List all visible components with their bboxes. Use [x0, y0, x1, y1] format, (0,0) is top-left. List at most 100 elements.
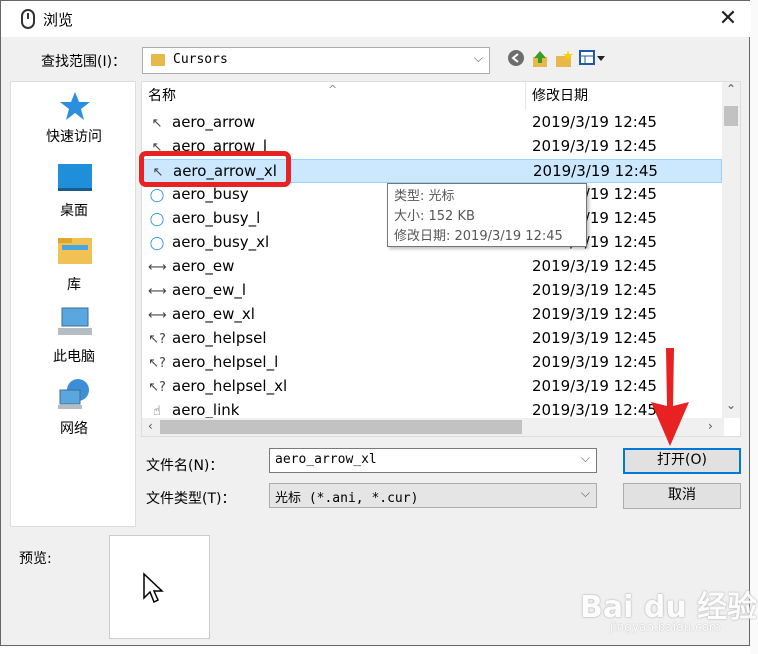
- filetype-value: 光标 (*.ani, *.cur): [275, 491, 419, 506]
- browse-dialog: 浏览 ✕ 查找范围(I)： Cursors ⌵ 快速访问 桌面 库 此电脑 网络…: [0, 0, 751, 646]
- file-date: 2019/3/19 12:45: [532, 113, 657, 131]
- file-date: 2019/3/19 12:45: [532, 305, 657, 323]
- arrow-cursor-icon: ↖: [151, 116, 163, 131]
- place-this-pc[interactable]: 此电脑: [11, 306, 137, 368]
- library-icon: [58, 238, 92, 264]
- file-name: aero_arrow: [172, 113, 256, 131]
- help-cursor-icon: ↖?: [148, 332, 166, 347]
- open-button[interactable]: 打开(O): [623, 448, 741, 474]
- desktop-icon: [58, 164, 92, 191]
- file-row[interactable]: ↖? aero_helpsel 2019/3/19 12:45: [142, 327, 722, 351]
- scroll-right-icon[interactable]: ›: [708, 419, 713, 433]
- file-row[interactable]: ↖ aero_arrow 2019/3/19 12:45: [142, 111, 722, 135]
- preview-label: 预览:: [19, 551, 52, 567]
- folder-icon: [151, 54, 165, 66]
- network-icon: [58, 379, 89, 409]
- busy-ring-icon: ◯: [149, 236, 165, 251]
- place-desktop[interactable]: 桌面: [11, 162, 137, 224]
- watermark-url: jingyan.baidu.com: [610, 620, 721, 634]
- file-name: aero_ew: [172, 257, 235, 275]
- help-cursor-icon: ↖?: [148, 380, 166, 395]
- place-label: 此电脑: [53, 349, 95, 365]
- new-folder-button[interactable]: [553, 49, 575, 71]
- file-name: aero_helpsel_xl: [172, 377, 288, 395]
- column-name-label: 名称: [148, 88, 176, 104]
- scroll-down-icon[interactable]: ⌄: [726, 398, 736, 412]
- place-label: 快速访问: [46, 129, 102, 145]
- computer-icon: [58, 307, 92, 335]
- file-name: aero_ew_l: [172, 281, 247, 299]
- column-header-date[interactable]: 修改日期: [526, 82, 726, 110]
- sort-ascending-icon: ^: [328, 83, 338, 96]
- file-row[interactable]: ⟷ aero_ew_xl 2019/3/19 12:45: [142, 303, 722, 327]
- horizontal-scroll-thumb[interactable]: [160, 420, 522, 434]
- file-name: aero_helpsel: [172, 329, 267, 347]
- column-header-name[interactable]: 名称 ^: [142, 82, 526, 110]
- vertical-scrollbar[interactable]: ⌃ ⌄: [722, 82, 740, 418]
- place-network[interactable]: 网络: [11, 378, 137, 440]
- file-date: 2019/3/19 12:45: [532, 353, 657, 371]
- scroll-left-icon[interactable]: ‹: [148, 419, 153, 433]
- filename-label: 文件名(N)：: [146, 458, 224, 474]
- place-label: 库: [67, 277, 81, 293]
- file-row[interactable]: ↖? aero_helpsel_xl 2019/3/19 12:45: [142, 375, 722, 399]
- file-name: aero_busy_xl: [172, 233, 270, 251]
- file-row[interactable]: ⟷ aero_ew 2019/3/19 12:45: [142, 255, 722, 279]
- file-name: aero_busy_l: [172, 209, 261, 227]
- scroll-up-icon[interactable]: ⌃: [726, 82, 736, 96]
- ew-resize-icon: ⟷: [148, 260, 167, 275]
- place-label: 桌面: [60, 203, 88, 219]
- ew-resize-icon: ⟷: [148, 284, 167, 299]
- file-date: 2019/3/19 12:45: [533, 162, 658, 180]
- column-date-label: 修改日期: [532, 88, 588, 104]
- ew-resize-icon: ⟷: [148, 308, 167, 323]
- file-row[interactable]: ↖? aero_helpsel_l 2019/3/19 12:45: [142, 351, 722, 375]
- new-folder-icon: [556, 50, 573, 67]
- place-quick-access[interactable]: 快速访问: [11, 90, 137, 152]
- file-date: 2019/3/19 12:45: [532, 329, 657, 347]
- view-menu-icon: [579, 50, 605, 65]
- close-button[interactable]: ✕: [705, 1, 751, 37]
- file-date: 2019/3/19 12:45: [532, 137, 657, 155]
- window-title: 浏览: [43, 11, 74, 29]
- tooltip-size: 大小: 152 KB: [394, 209, 475, 224]
- file-name: aero_ew_xl: [172, 305, 255, 323]
- red-arrow-annotation: [651, 348, 689, 446]
- place-label: 网络: [60, 421, 88, 437]
- title-bar: 浏览 ✕: [1, 1, 751, 37]
- background-window: [750, 0, 758, 654]
- file-date: 2019/3/19 12:45: [532, 257, 657, 275]
- chevron-down-icon: ⌵: [473, 51, 483, 65]
- file-name: aero_helpsel_l: [172, 353, 279, 371]
- vertical-scroll-thumb[interactable]: [724, 106, 738, 126]
- cursor-preview-icon: [143, 572, 164, 604]
- file-date: 2019/3/19 12:45: [532, 281, 657, 299]
- tooltip-type: 类型: 光标: [394, 189, 455, 204]
- tooltip-modified: 修改日期: 2019/3/19 12:45: [394, 229, 563, 244]
- lookin-label: 查找范围(I)：: [41, 54, 127, 70]
- help-cursor-icon: ↖?: [148, 356, 166, 371]
- lookin-value: Cursors: [173, 52, 228, 67]
- up-folder-icon: [533, 51, 547, 67]
- busy-ring-icon: ◯: [149, 212, 165, 227]
- up-folder-button[interactable]: [529, 49, 551, 71]
- filetype-label: 文件类型(T)：: [146, 491, 236, 507]
- chevron-down-icon: ⌵: [580, 486, 590, 500]
- filename-input[interactable]: aero_arrow_xl ⌵: [269, 448, 597, 473]
- star-icon: [60, 92, 90, 120]
- file-tooltip: 类型: 光标 大小: 152 KB 修改日期: 2019/3/19 12:45: [387, 183, 587, 247]
- lookin-combo[interactable]: Cursors ⌵: [142, 47, 490, 74]
- horizontal-scrollbar[interactable]: ‹ ›: [142, 418, 724, 436]
- chevron-down-icon[interactable]: ⌵: [581, 451, 590, 466]
- back-arrow-icon: [508, 50, 524, 66]
- places-bar: 快速访问 桌面 库 此电脑 网络: [10, 81, 136, 527]
- filename-value: aero_arrow_xl: [275, 452, 377, 467]
- view-menu-button[interactable]: [579, 49, 607, 71]
- place-library[interactable]: 库: [11, 234, 137, 296]
- cancel-button[interactable]: 取消: [623, 483, 741, 509]
- mouse-icon: [21, 9, 35, 29]
- filetype-select[interactable]: 光标 (*.ani, *.cur) ⌵: [269, 483, 597, 508]
- file-row[interactable]: ⟷ aero_ew_l 2019/3/19 12:45: [142, 279, 722, 303]
- back-button[interactable]: [505, 49, 527, 71]
- file-date: 2019/3/19 12:45: [532, 377, 657, 395]
